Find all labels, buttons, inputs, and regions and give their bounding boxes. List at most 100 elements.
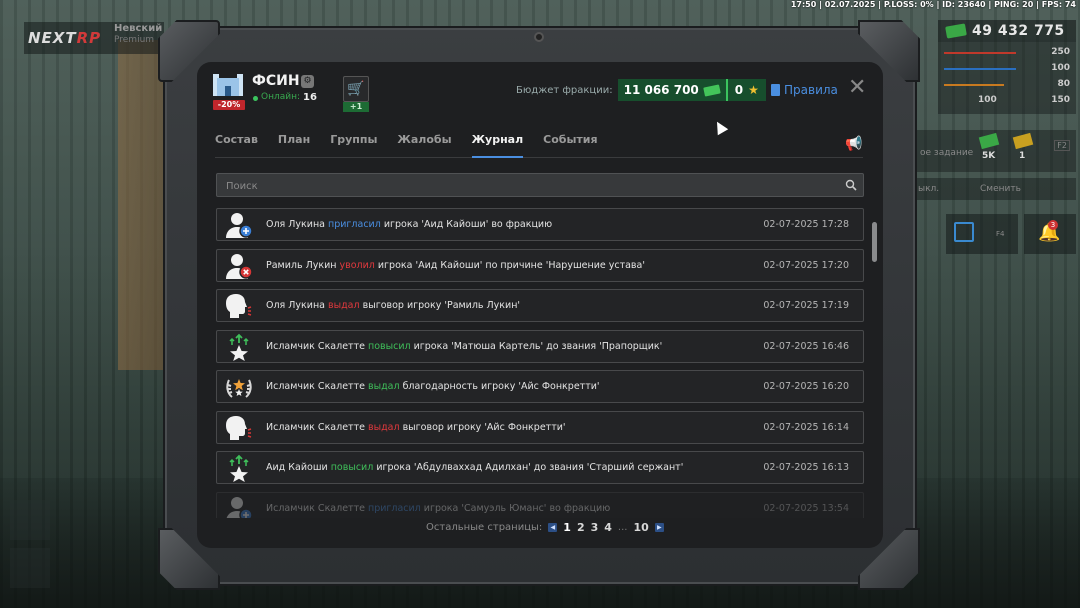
page-1[interactable]: 1 xyxy=(563,521,571,534)
search-box xyxy=(216,173,864,198)
journal-entry-date: 02-07-2025 17:28 xyxy=(763,219,849,230)
journal-entry-details: выговор игроку 'Айс Фонкретти' xyxy=(399,421,566,433)
reprimand-icon xyxy=(224,292,254,320)
journal-entry-details: игрока 'Аид Кайоши' во фракцию xyxy=(380,219,553,230)
scrollbar-thumb[interactable] xyxy=(872,222,877,262)
tab-sostav[interactable]: Состав xyxy=(215,126,258,158)
journal-entry: Рамиль Лукин уволил игрока 'Аид Кайоши' … xyxy=(216,248,864,282)
task-reward-cash: 5K xyxy=(982,151,996,161)
hud-stats: 250 100 80 100 150 xyxy=(938,42,1076,114)
journal-entry-details: выговор игроку 'Рамиль Лукин' xyxy=(359,300,521,311)
tab-journal[interactable]: Журнал xyxy=(471,126,524,158)
tablet-screen: -20% ФСИН ⚙ Онлайн: 16 🛒 +1 Бюджет фракц… xyxy=(197,62,883,548)
budget-stars: 0 ★ xyxy=(727,79,766,101)
status-bar: 17:50 | 02.07.2025 | P.LOSS: 0% | ID: 23… xyxy=(790,0,1076,9)
user-remove-icon xyxy=(224,252,254,280)
page-3[interactable]: 3 xyxy=(591,521,599,534)
journal-entry-details: благодарность игроку 'Айс Фонкретти' xyxy=(399,381,600,392)
journal-entry-date: 02-07-2025 17:20 xyxy=(763,259,849,271)
reprimand-icon xyxy=(224,414,254,442)
journal-entry-actor: Исламчик Скалетте xyxy=(266,340,368,352)
stamina-value: 100 xyxy=(1051,63,1070,73)
cart-badge: +1 xyxy=(343,102,369,112)
rules-link[interactable]: Правила xyxy=(771,81,838,99)
journal-entry-action: пригласил xyxy=(328,219,381,230)
switch-right: Сменить xyxy=(980,184,1021,194)
faction-budget: Бюджет фракции: 11 066 700 0 ★ xyxy=(511,79,766,101)
journal-entry: Исламчик Скалетте выдал благодарность иг… xyxy=(216,370,864,403)
notifications-button[interactable]: 🔔 3 xyxy=(1024,214,1076,254)
tab-plan[interactable]: План xyxy=(278,126,310,158)
journal-entry: Аид Кайоши повысил игрока 'Абдулвахxад А… xyxy=(216,451,864,484)
faction-emblem-icon xyxy=(213,70,243,100)
journal-entry-text: Рамиль Лукин уволил игрока 'Аид Кайоши' … xyxy=(266,260,645,271)
journal-entry: Оля Лукина выдал выговор игроку 'Рамиль … xyxy=(216,289,864,322)
tab-groups[interactable]: Группы xyxy=(330,126,377,158)
journal-entry-text: Оля Лукина пригласил игрока 'Аид Кайоши'… xyxy=(266,219,552,230)
next-page-button[interactable]: ▶ xyxy=(654,522,664,532)
stars-value: 0 xyxy=(734,83,744,97)
megaphone-icon[interactable]: 📢 xyxy=(845,136,862,152)
promote-icon xyxy=(224,454,254,482)
journal-entry-text: Исламчик Скалетте пригласил игрока 'Саму… xyxy=(266,503,610,514)
journal-entry-actor: Исламчик Скалетте xyxy=(266,381,368,392)
journal-entry-text: Оля Лукина выдал выговор игроку 'Рамиль … xyxy=(266,300,520,311)
tab-bar: Состав План Группы Жалобы Журнал События xyxy=(215,126,863,158)
inventory-slot[interactable] xyxy=(10,500,50,540)
journal-entry: Оля Лукина пригласил игрока 'Аид Кайоши'… xyxy=(216,208,864,241)
online-label: Онлайн: xyxy=(261,92,301,102)
tablet-camera xyxy=(534,32,544,42)
armor-value: 100 xyxy=(978,95,997,105)
hud-money: 49 432 775 xyxy=(938,20,1076,42)
journal-entry-date: 02-07-2025 17:19 xyxy=(763,300,849,311)
journal-entry-text: Исламчик Скалетте повысил игрока 'Матюша… xyxy=(266,341,662,352)
pagination: Остальные страницы: ◀ 1 2 3 4 ... 10 ▶ xyxy=(426,520,664,534)
pagination-label: Остальные страницы: xyxy=(426,521,543,533)
user-add-icon xyxy=(224,211,254,239)
hud-tasks[interactable]: ое задание 5K 1 F2 xyxy=(916,130,1076,172)
gold-reward-icon xyxy=(1012,132,1034,150)
shop-cart-button[interactable]: 🛒 xyxy=(343,76,369,102)
online-status-icon xyxy=(253,96,258,101)
promote-icon xyxy=(224,333,254,361)
budget-label: Бюджет фракции: xyxy=(516,84,613,96)
journal-entry-actor: Оля Лукина xyxy=(266,219,329,230)
tab-events[interactable]: События xyxy=(543,126,597,158)
hud-switch[interactable]: ыкл. Сменить xyxy=(916,178,1076,200)
journal-entry-details: игрока 'Аид Кайоши' по причине 'Нарушени… xyxy=(374,259,645,271)
cash-icon xyxy=(945,23,967,39)
journal-entry-actor: Исламчик Скалетте xyxy=(266,421,368,433)
close-button[interactable]: ✕ xyxy=(848,77,866,99)
journal-entry-action: повысил xyxy=(367,340,411,352)
journal-entry-actor: Исламчик Скалетте xyxy=(266,502,368,514)
calendar-button[interactable]: F4 xyxy=(946,214,1018,254)
server-sub: Premium xyxy=(114,35,155,45)
task-key: F2 xyxy=(1054,140,1070,151)
journal-entry-details: игрока 'Абдулвахxад Адилхан' до звания '… xyxy=(373,462,684,473)
page-10[interactable]: 10 xyxy=(633,521,648,534)
page-2[interactable]: 2 xyxy=(577,521,585,534)
search-icon[interactable] xyxy=(845,179,857,191)
server-name: Невский xyxy=(114,23,163,34)
search-input[interactable] xyxy=(217,175,863,198)
journal-entry-text: Исламчик Скалетте выдал благодарность иг… xyxy=(266,381,600,392)
rules-label: Правила xyxy=(784,83,838,97)
logo-text-a: NEXT xyxy=(28,29,77,47)
prev-page-button[interactable]: ◀ xyxy=(548,522,558,532)
pagination-ellipsis: ... xyxy=(617,521,628,533)
journal-entry-text: Аид Кайоши повысил игрока 'Абдулвахxад А… xyxy=(266,462,683,473)
journal-entry-action: выдал xyxy=(367,421,400,433)
health-value: 250 xyxy=(1051,47,1070,57)
page-4[interactable]: 4 xyxy=(604,521,612,534)
user-add-icon xyxy=(224,495,254,518)
journal-entry-action: пригласил xyxy=(367,502,421,514)
calendar-key: F4 xyxy=(996,230,1005,238)
journal-entry-actor: Оля Лукина xyxy=(266,300,329,311)
laurel-icon xyxy=(224,373,254,401)
gear-icon[interactable]: ⚙ xyxy=(301,75,314,88)
calendar-icon xyxy=(954,222,974,242)
inventory-slot[interactable] xyxy=(10,548,50,588)
tab-complaints[interactable]: Жалобы xyxy=(397,126,451,158)
journal-entry-text: Исламчик Скалетте выдал выговор игроку '… xyxy=(266,422,566,433)
journal-entry-action: выдал xyxy=(367,381,400,392)
